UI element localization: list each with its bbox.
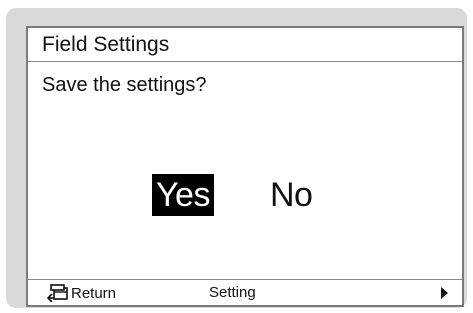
status-bar: Return Setting — [28, 279, 462, 305]
no-option[interactable]: No — [266, 174, 316, 216]
confirm-prompt: Save the settings? — [42, 74, 207, 96]
screen-title: Field Settings — [42, 33, 170, 56]
lcd-screen: Field Settings Save the settings? Yes No… — [26, 26, 464, 307]
device-frame: Field Settings Save the settings? Yes No… — [6, 8, 467, 308]
return-label: Return — [71, 284, 117, 302]
title-bar: Field Settings — [28, 28, 462, 62]
right-arrow-icon[interactable] — [441, 287, 448, 299]
return-icon — [46, 284, 68, 302]
setting-label: Setting — [209, 284, 256, 301]
return-button[interactable]: Return — [46, 282, 116, 304]
yes-option[interactable]: Yes — [152, 174, 214, 216]
